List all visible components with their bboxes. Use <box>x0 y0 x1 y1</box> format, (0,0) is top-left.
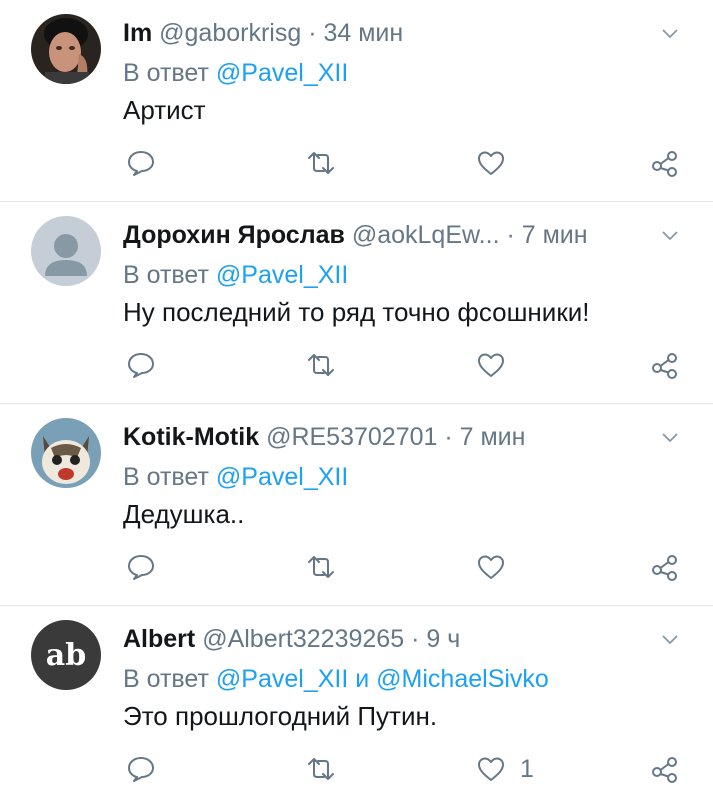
tweet-text: Артист <box>123 95 206 125</box>
display-name[interactable]: Дорохин Ярослав <box>123 221 345 249</box>
reply-button[interactable] <box>126 146 156 180</box>
share-icon <box>652 555 677 581</box>
share-button[interactable] <box>650 752 680 786</box>
like-count: 1 <box>520 754 534 783</box>
heart-icon <box>478 353 504 377</box>
chevron-down-icon[interactable] <box>661 226 679 244</box>
retweet-icon <box>308 758 334 780</box>
display-name[interactable]: Im <box>123 19 152 47</box>
tweet[interactable]: ab Albert @Albert32239265 · 9 ч В ответ … <box>0 606 713 808</box>
logo-text: ab <box>46 638 86 673</box>
retweet-icon <box>308 152 334 174</box>
tweet-text: Это прошлогодний Путин. <box>123 701 438 731</box>
action-bar <box>0 146 713 186</box>
tweet-text: Дедушка.. <box>123 499 245 529</box>
action-bar: 1 <box>0 752 713 792</box>
photo-avatar-icon <box>31 14 101 84</box>
share-button[interactable] <box>650 550 680 584</box>
user-handle[interactable]: @RE53702701 <box>266 423 437 451</box>
tweet-header: Albert @Albert32239265 · 9 ч <box>123 624 623 654</box>
chevron-down-icon[interactable] <box>661 24 679 42</box>
heart-icon <box>478 151 504 175</box>
separator-dot: · <box>444 423 453 451</box>
tweet-header: Kotik-Motik @RE53702701 · 7 мин <box>123 422 623 452</box>
reply-icon <box>128 353 154 378</box>
avatar[interactable] <box>31 418 101 488</box>
reply-button[interactable] <box>126 348 156 382</box>
retweet-icon <box>308 354 334 376</box>
reply-button[interactable] <box>126 752 156 786</box>
mention-link[interactable]: @Pavel_XII <box>216 261 348 289</box>
share-button[interactable] <box>650 348 680 382</box>
timestamp[interactable]: 9 ч <box>426 625 460 653</box>
chevron-down-icon[interactable] <box>661 428 679 446</box>
tweet[interactable]: Дорохин Ярослав @aokLqEw... · 7 мин В от… <box>0 202 713 404</box>
share-icon <box>652 757 677 783</box>
mention-link[interactable]: @Pavel_XII <box>216 665 348 693</box>
action-bar <box>0 550 713 590</box>
retweet-button[interactable] <box>306 348 336 382</box>
avatar[interactable] <box>31 216 101 286</box>
avatar[interactable]: ab <box>31 620 101 690</box>
heart-icon <box>478 555 504 579</box>
like-button[interactable] <box>476 550 520 584</box>
share-button[interactable] <box>650 146 680 180</box>
reply-prefix: В ответ <box>123 59 209 87</box>
reply-context: В ответ @Pavel_XII <box>123 462 348 492</box>
retweet-button[interactable] <box>306 550 336 584</box>
timestamp[interactable]: 7 мин <box>460 423 526 451</box>
mention-joiner: и <box>355 665 370 693</box>
tweet-text: Ну последний то ряд точно фсошники! <box>123 297 590 327</box>
chevron-down-icon[interactable] <box>661 630 679 648</box>
retweet-button[interactable] <box>306 146 336 180</box>
display-name[interactable]: Albert <box>123 625 195 653</box>
retweet-icon <box>308 556 334 578</box>
retweet-button[interactable] <box>306 752 336 786</box>
reply-prefix: В ответ <box>123 463 209 491</box>
separator-dot: · <box>411 625 420 653</box>
user-handle[interactable]: @aokLqEw... <box>352 221 500 249</box>
reply-icon <box>128 555 154 580</box>
display-name[interactable]: Kotik-Motik <box>123 423 259 451</box>
reply-context: В ответ @Pavel_XII и @MichaelSivko <box>123 664 549 694</box>
mention-link[interactable]: @MichaelSivko <box>376 665 549 693</box>
cat-avatar-icon <box>31 418 101 488</box>
share-icon <box>652 353 677 379</box>
share-icon <box>652 151 677 177</box>
action-bar <box>0 348 713 388</box>
reply-icon <box>128 757 154 782</box>
reply-button[interactable] <box>126 550 156 584</box>
reply-context: В ответ @Pavel_XII <box>123 260 348 290</box>
heart-icon <box>478 757 504 781</box>
avatar[interactable] <box>31 14 101 84</box>
reply-icon <box>128 151 154 176</box>
reply-prefix: В ответ <box>123 665 209 693</box>
default-avatar-icon <box>31 216 101 286</box>
mention-link[interactable]: @Pavel_XII <box>216 59 348 87</box>
separator-dot: · <box>506 221 515 249</box>
reply-prefix: В ответ <box>123 261 209 289</box>
user-handle[interactable]: @gaborkrisg <box>159 19 301 47</box>
separator-dot: · <box>308 19 317 47</box>
timestamp[interactable]: 34 мин <box>323 19 403 47</box>
tweet-header: Дорохин Ярослав @aokLqEw... · 7 мин <box>123 220 623 250</box>
like-button[interactable] <box>476 348 520 382</box>
tweet[interactable]: Kotik-Motik @RE53702701 · 7 мин В ответ … <box>0 404 713 606</box>
tweet-header: Im @gaborkrisg · 34 мин <box>123 18 623 48</box>
user-handle[interactable]: @Albert32239265 <box>202 625 404 653</box>
tweet[interactable]: Im @gaborkrisg · 34 мин В ответ @Pavel_X… <box>0 0 713 202</box>
like-button[interactable] <box>476 146 520 180</box>
timestamp[interactable]: 7 мин <box>522 221 588 249</box>
ab-logo-avatar-icon: ab <box>31 620 101 690</box>
like-button[interactable]: 1 <box>476 752 534 786</box>
reply-context: В ответ @Pavel_XII <box>123 58 348 88</box>
mention-link[interactable]: @Pavel_XII <box>216 463 348 491</box>
